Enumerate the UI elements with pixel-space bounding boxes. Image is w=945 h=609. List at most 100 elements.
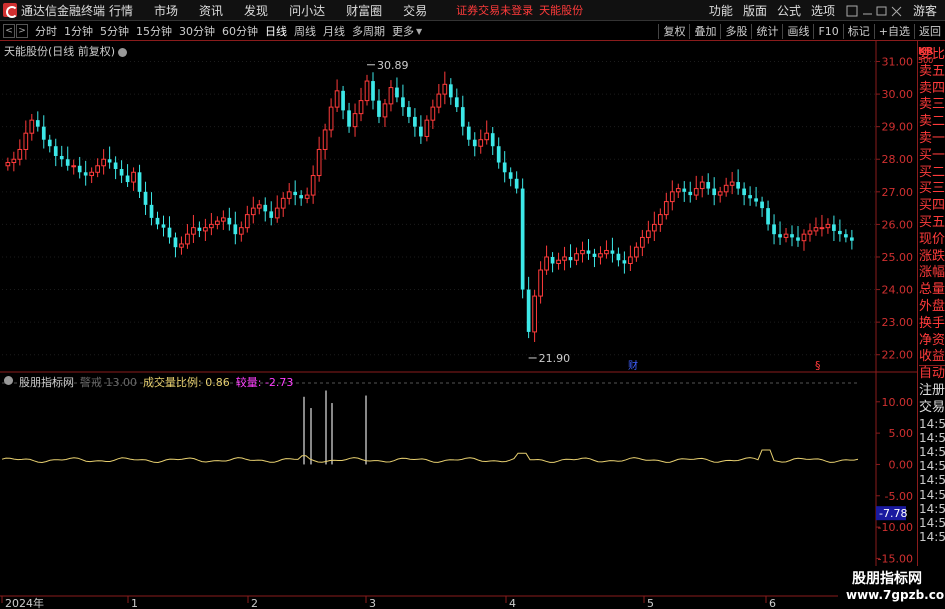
candle-body <box>173 237 178 248</box>
main-ytick-label: 24.00 <box>882 284 914 297</box>
candle-body <box>419 126 423 137</box>
candle-body <box>352 113 358 128</box>
candle-body <box>179 243 184 248</box>
current-value-label: -7.78 <box>879 507 907 520</box>
candle-body <box>693 188 699 196</box>
candle-body <box>47 139 52 147</box>
login-status[interactable]: 证券交易未登录 <box>456 2 533 18</box>
quote-panel: KR 500 委比 卖五 卖四 卖三 卖二 卖一 买一 买二 买三 买四 买五 现价 涨跌 涨幅 总量 外盘换… <box>917 41 945 609</box>
period-multi[interactable]: 多周期 <box>352 23 385 39</box>
candle-body <box>688 191 693 196</box>
menu-market[interactable]: 市场 <box>154 2 178 19</box>
candle-body <box>5 162 11 167</box>
candle-body <box>478 139 484 147</box>
quote-row-label: 换手 <box>919 315 945 331</box>
chart-tools: 复权 叠加 多股 统计 画线 F10 标记 +自选 返回 <box>658 22 945 41</box>
period-more[interactable]: 更多 <box>392 23 414 39</box>
kline-chart[interactable]: 31.0030.0029.0028.0027.0026.0025.0024.00… <box>0 41 917 609</box>
quote-row-label: 买四 <box>919 198 945 214</box>
xaxis-label: 6 <box>769 597 776 609</box>
quote-row-label: 买一 <box>919 147 945 163</box>
candle-body <box>280 197 286 209</box>
menu-options[interactable]: 选项 <box>811 2 835 19</box>
period-15min[interactable]: 15分钟 <box>136 23 172 39</box>
period-weekly[interactable]: 周线 <box>294 23 316 39</box>
quote-row-label: 外盘 <box>919 299 945 314</box>
indicator-vol: 较量: -2.73 <box>235 376 294 389</box>
multi-stock-button[interactable]: 多股 <box>720 24 751 39</box>
candle-body <box>250 207 256 216</box>
period-monthly[interactable]: 月线 <box>323 23 345 39</box>
quote-row-label: 委比 <box>919 47 945 62</box>
candle-body <box>430 106 436 121</box>
watermark-url: www.7gpzb.com <box>846 588 945 602</box>
candle-body <box>185 233 190 245</box>
candle-body <box>807 230 813 235</box>
period-5min[interactable]: 5分钟 <box>100 23 129 39</box>
settings-dot-icon[interactable] <box>118 47 128 57</box>
stats-button[interactable]: 统计 <box>751 24 782 39</box>
candle-body <box>669 191 675 203</box>
candle-body <box>274 207 280 219</box>
candle-body <box>107 159 112 163</box>
menu-layout[interactable]: 版面 <box>743 2 767 19</box>
menu-trade[interactable]: 交易 <box>403 2 427 19</box>
candle-body <box>616 253 621 261</box>
menu-ask[interactable]: 问小达 <box>289 2 325 19</box>
menu-function[interactable]: 功能 <box>709 2 733 19</box>
period-60min[interactable]: 60分钟 <box>222 23 258 39</box>
candle-body <box>197 227 202 231</box>
main-ytick-label: 25.00 <box>882 251 914 264</box>
menu-formula[interactable]: 公式 <box>777 2 801 19</box>
candle-body <box>490 133 495 147</box>
candle-body <box>742 188 746 196</box>
quote-row-label: 买三 <box>919 181 945 197</box>
candle-body <box>460 107 465 127</box>
candle-body <box>850 237 854 241</box>
f10-button[interactable]: F10 <box>813 24 842 39</box>
xaxis-label: 3 <box>369 597 376 609</box>
period-30min[interactable]: 30分钟 <box>179 23 215 39</box>
guest-user[interactable]: 游客 <box>913 2 937 19</box>
candle-body <box>83 172 88 176</box>
quote-row-label: 现价 <box>919 231 945 247</box>
add-watchlist-button[interactable]: +自选 <box>873 24 914 39</box>
menu-bar: 通达信金融终端 行情 市场 资讯 发现 问小达 财富圈 交易 证券交易未登录 天… <box>0 0 945 21</box>
draw-line-button[interactable]: 画线 <box>782 24 813 39</box>
menu-news[interactable]: 资讯 <box>199 2 223 19</box>
more-chevron-icon[interactable]: ▼ <box>416 27 422 36</box>
overlay-button[interactable]: 叠加 <box>689 24 720 39</box>
candle-body <box>155 217 160 225</box>
xaxis-label: 5 <box>647 597 654 609</box>
ind-ytick-label: -15.00 <box>878 552 913 565</box>
quote-row-label: 总量 <box>919 282 945 298</box>
period-1min[interactable]: 1分钟 <box>64 23 93 39</box>
indicator-dot-icon[interactable] <box>4 376 13 385</box>
back-button[interactable]: 返回 <box>914 24 945 39</box>
quote-row-label: 涨幅 <box>919 265 945 281</box>
candle-body <box>801 233 807 242</box>
trade-time: 14:56 <box>919 516 945 530</box>
mark-button[interactable]: 标记 <box>842 24 874 39</box>
candle-body <box>53 146 58 156</box>
candle-body <box>11 158 17 164</box>
period-daily[interactable]: 日线 <box>265 23 287 39</box>
candle-body <box>191 227 196 235</box>
menu-quotes[interactable]: 行情 <box>109 2 133 19</box>
menu-wealth[interactable]: 财富圈 <box>346 2 382 19</box>
adjust-button[interactable]: 复权 <box>658 24 689 39</box>
candle-body <box>760 201 764 209</box>
candle-body <box>167 227 172 238</box>
layout-icon[interactable] <box>846 5 858 16</box>
candle-body <box>825 223 831 229</box>
prev-arrow-icon[interactable]: < <box>3 24 15 38</box>
period-intraday[interactable]: 分时 <box>35 23 57 39</box>
maximize-icon[interactable] <box>876 6 887 15</box>
candle-body <box>407 107 411 117</box>
candle-body <box>472 139 477 147</box>
menu-discover[interactable]: 发现 <box>244 2 268 19</box>
next-arrow-icon[interactable]: > <box>16 24 28 38</box>
candle-body <box>41 126 46 140</box>
candle-body <box>95 165 101 173</box>
close-icon[interactable] <box>891 6 902 16</box>
